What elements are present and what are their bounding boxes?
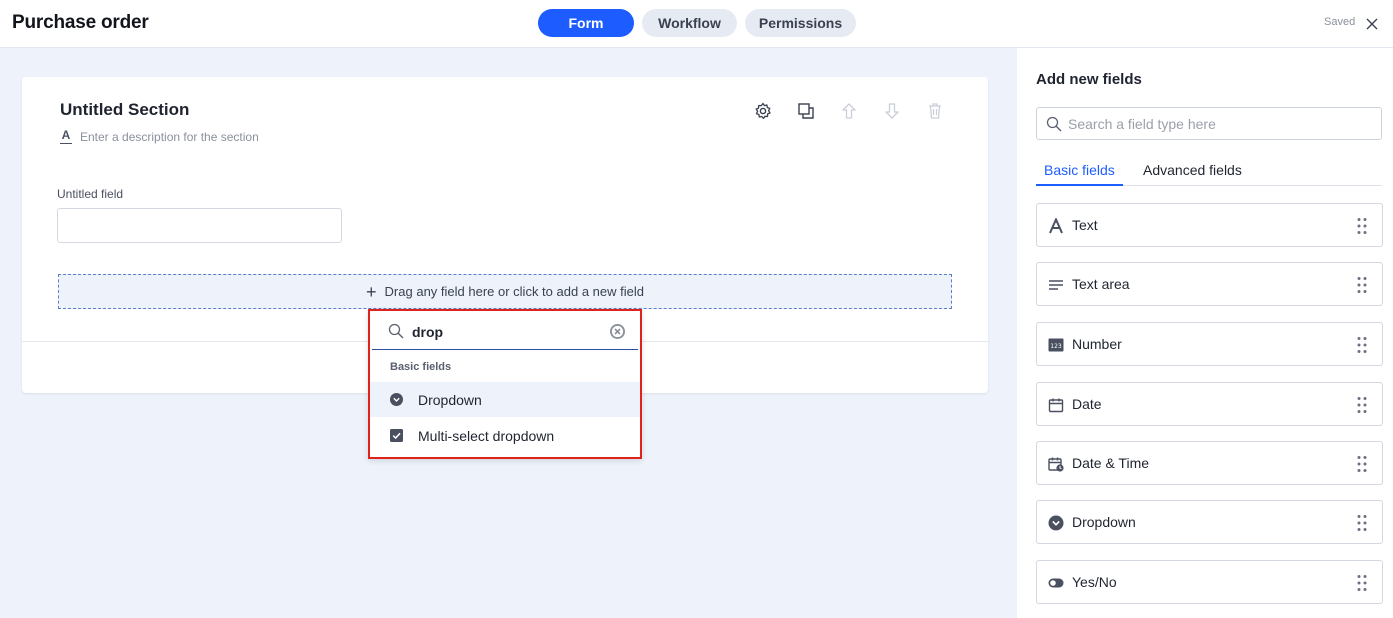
section-description[interactable]: A Enter a description for the section — [60, 128, 259, 144]
app-header: Purchase order Form Workflow Permissions… — [0, 0, 1393, 48]
popup-search-input[interactable]: drop — [372, 313, 638, 350]
add-fields-panel: Add new fields Basic fields Advanced fie… — [1017, 48, 1393, 618]
tab-advanced-fields[interactable]: Advanced fields — [1143, 162, 1242, 178]
popup-search-value: drop — [412, 324, 444, 340]
field-category-tabs: Basic fields Advanced fields — [1036, 154, 1382, 186]
popup-category-label: Basic fields — [390, 361, 452, 373]
number-icon: 123 — [1048, 338, 1064, 352]
popup-item-label: Dropdown — [418, 392, 482, 408]
svg-text:123: 123 — [1050, 343, 1062, 350]
drag-handle-icon[interactable] — [1357, 396, 1367, 414]
section-actions — [754, 102, 944, 120]
active-tab-indicator — [1036, 184, 1123, 186]
section-description-placeholder: Enter a description for the section — [80, 130, 259, 144]
field-type-label: Date & Time — [1072, 455, 1150, 471]
field-type-label: Yes/No — [1072, 574, 1117, 590]
move-down-icon[interactable] — [883, 102, 901, 120]
calendar-clock-icon — [1048, 457, 1064, 472]
panel-title: Add new fields — [1036, 71, 1142, 88]
untitled-field-input[interactable] — [57, 208, 342, 243]
add-field-drop-zone[interactable]: + Drag any field here or click to add a … — [58, 274, 952, 309]
clear-icon[interactable] — [609, 323, 626, 340]
tab-workflow[interactable]: Workflow — [642, 9, 737, 37]
field-type-label: Dropdown — [1072, 514, 1136, 530]
text-format-icon: A — [60, 128, 72, 144]
section-title[interactable]: Untitled Section — [60, 100, 189, 120]
drag-handle-icon[interactable] — [1357, 336, 1367, 354]
text-area-icon — [1049, 280, 1063, 290]
chevron-circle-icon — [1048, 515, 1064, 531]
drag-handle-icon[interactable] — [1357, 276, 1367, 294]
save-status: Saved — [1324, 16, 1356, 28]
field-type-label: Text — [1072, 217, 1098, 233]
popup-item-multi-select-dropdown[interactable]: Multi-select dropdown — [370, 418, 640, 453]
text-icon — [1049, 218, 1063, 234]
field-type-search[interactable] — [1036, 107, 1382, 140]
plus-icon: + — [366, 281, 377, 302]
field-type-date-time[interactable]: Date & Time — [1036, 441, 1383, 485]
field-type-number[interactable]: 123 Number — [1036, 322, 1383, 366]
field-type-date[interactable]: Date — [1036, 382, 1383, 426]
drag-handle-icon[interactable] — [1357, 574, 1367, 592]
field-type-label: Number — [1072, 336, 1122, 352]
popup-item-dropdown[interactable]: Dropdown — [370, 382, 640, 417]
field-type-label: Date — [1072, 396, 1102, 412]
mode-tabs: Form Workflow Permissions — [538, 9, 856, 37]
toggle-icon — [1048, 578, 1064, 588]
field-type-yes-no[interactable]: Yes/No — [1036, 560, 1383, 604]
field-label: Untitled field — [57, 187, 124, 201]
drag-handle-icon[interactable] — [1357, 217, 1367, 235]
trash-icon[interactable] — [926, 102, 944, 120]
gear-icon[interactable] — [754, 102, 772, 120]
duplicate-icon[interactable] — [797, 102, 815, 120]
page-title: Purchase order — [12, 12, 149, 33]
drag-handle-icon[interactable] — [1357, 455, 1367, 473]
drag-handle-icon[interactable] — [1357, 514, 1367, 532]
move-up-icon[interactable] — [840, 102, 858, 120]
field-type-text-area[interactable]: Text area — [1036, 262, 1383, 306]
tab-form[interactable]: Form — [538, 9, 634, 37]
popup-item-label: Multi-select dropdown — [418, 428, 555, 444]
field-type-search-input[interactable] — [1068, 115, 1368, 133]
search-icon — [1046, 116, 1062, 132]
search-icon — [388, 323, 404, 339]
tab-permissions[interactable]: Permissions — [745, 9, 856, 37]
drop-zone-text: Drag any field here or click to add a ne… — [384, 284, 644, 299]
close-icon[interactable] — [1365, 17, 1379, 31]
tab-basic-fields[interactable]: Basic fields — [1044, 162, 1115, 178]
checkbox-icon — [390, 429, 403, 442]
field-type-label: Text area — [1072, 276, 1130, 292]
field-search-popup: drop Basic fields Dropdown Multi-select … — [368, 309, 642, 459]
calendar-icon — [1048, 398, 1064, 413]
field-type-dropdown[interactable]: Dropdown — [1036, 500, 1383, 544]
chevron-circle-icon — [390, 393, 403, 406]
field-type-text[interactable]: Text — [1036, 203, 1383, 247]
